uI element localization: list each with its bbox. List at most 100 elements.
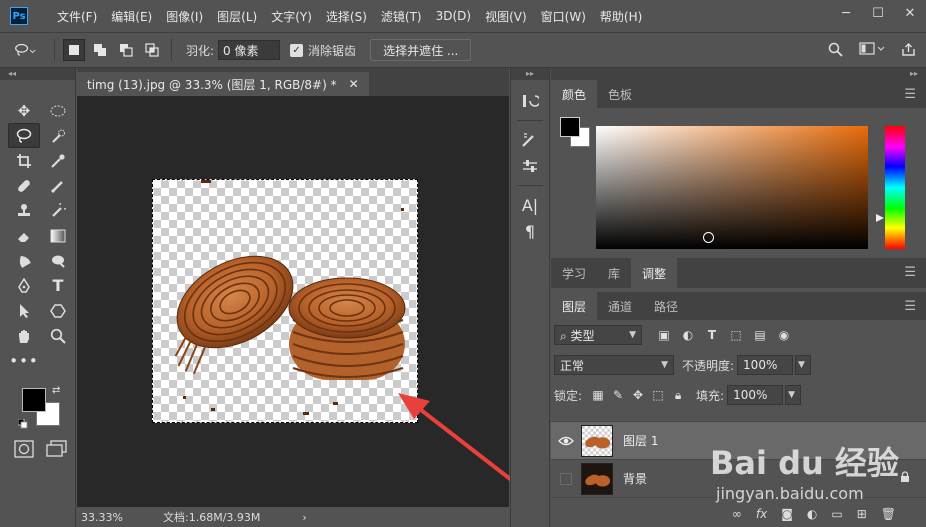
tab-channels[interactable]: 通道: [597, 292, 643, 320]
foreground-color-swatch[interactable]: [22, 388, 46, 412]
subtract-selection-icon[interactable]: [115, 39, 137, 61]
eyedropper-tool-icon[interactable]: [42, 148, 74, 173]
filter-smart-object-icon[interactable]: ▤: [748, 328, 772, 342]
pen-tool-icon[interactable]: [8, 273, 40, 298]
lock-artboard-icon[interactable]: ⬚: [648, 388, 668, 402]
menu-help[interactable]: 帮助(H): [593, 8, 649, 25]
zoom-tool-icon[interactable]: [42, 323, 74, 348]
quick-selection-tool-icon[interactable]: [42, 123, 74, 148]
lasso-preset-icon[interactable]: [14, 39, 36, 61]
layer-name[interactable]: 背景: [623, 470, 900, 487]
close-icon[interactable]: ✕: [894, 0, 926, 26]
add-mask-icon[interactable]: ◙: [781, 507, 793, 521]
menu-select[interactable]: 选择(S): [319, 8, 374, 25]
color-panel-menu-icon[interactable]: ☰: [904, 87, 916, 102]
eraser-tool-icon[interactable]: [8, 223, 40, 248]
layer-name[interactable]: 图层 1: [623, 432, 926, 449]
hue-slider-arrow-icon[interactable]: [876, 214, 884, 222]
dock-collapse-icon[interactable]: ▸▸: [551, 68, 926, 80]
new-layer-icon[interactable]: ⊞: [857, 507, 867, 521]
swap-colors-icon[interactable]: ⇄: [52, 385, 60, 396]
opacity-dropdown[interactable]: ▼: [795, 355, 812, 375]
default-colors-icon[interactable]: [17, 418, 28, 432]
layer-style-fx-icon[interactable]: fx: [756, 507, 767, 521]
layers-panel-menu-icon[interactable]: ☰: [904, 299, 916, 314]
filter-shape-icon[interactable]: ⬚: [724, 328, 748, 342]
menu-edit[interactable]: 编辑(E): [104, 8, 159, 25]
tab-swatches[interactable]: 色板: [597, 80, 643, 108]
healing-brush-tool-icon[interactable]: [8, 173, 40, 198]
filter-pixel-icon[interactable]: ▣: [652, 328, 676, 342]
fill-input[interactable]: 100%: [727, 385, 784, 405]
menu-3d[interactable]: 3D(D): [429, 9, 478, 23]
filter-adjustment-icon[interactable]: ◐: [676, 328, 700, 342]
add-selection-icon[interactable]: [89, 39, 111, 61]
history-brush-tool-icon[interactable]: [42, 198, 74, 223]
tab-learn[interactable]: 学习: [551, 258, 597, 288]
new-selection-icon[interactable]: [63, 39, 85, 61]
search-icon[interactable]: [828, 42, 843, 61]
delete-layer-icon[interactable]: 🗑︎: [881, 507, 896, 521]
lasso-tool-icon[interactable]: [8, 123, 40, 148]
marquee-tool-icon[interactable]: [42, 98, 74, 123]
menu-file[interactable]: 文件(F): [50, 8, 104, 25]
status-menu-arrow-icon[interactable]: ›: [302, 511, 306, 524]
lock-position-icon[interactable]: ✥: [628, 388, 648, 402]
new-adjustment-layer-icon[interactable]: ◐: [807, 507, 817, 521]
intersect-selection-icon[interactable]: [141, 39, 163, 61]
tab-libraries[interactable]: 库: [597, 258, 631, 288]
history-panel-icon[interactable]: [511, 88, 549, 114]
feather-input[interactable]: [218, 40, 281, 60]
more-tools-icon[interactable]: •••: [8, 348, 40, 373]
share-icon[interactable]: [901, 42, 916, 61]
menu-layer[interactable]: 图层(L): [210, 8, 264, 25]
blend-mode-select[interactable]: 正常 ▼: [554, 355, 674, 375]
shape-tool-icon[interactable]: [42, 298, 74, 323]
filter-toggle-icon[interactable]: ◉: [772, 328, 796, 342]
workspace-icon[interactable]: [859, 42, 885, 60]
layer-row-layer1[interactable]: 图层 1: [551, 422, 926, 460]
layer-filter-select[interactable]: ⌕ 类型 ▼: [554, 325, 642, 345]
hand-tool-icon[interactable]: [8, 323, 40, 348]
select-and-mask-button[interactable]: 选择并遮住 ...: [370, 39, 472, 61]
lock-all-icon[interactable]: 🔒︎: [668, 388, 688, 403]
tools-collapse-icon[interactable]: ◂◂: [0, 68, 75, 80]
gradient-tool-icon[interactable]: [42, 223, 74, 248]
link-layers-icon[interactable]: ∞: [732, 507, 742, 521]
brush-tool-icon[interactable]: [42, 173, 74, 198]
crop-tool-icon[interactable]: [8, 148, 40, 173]
visibility-eye-icon[interactable]: [551, 435, 581, 447]
type-tool-icon[interactable]: T: [42, 273, 74, 298]
screen-mode-icon[interactable]: [46, 440, 68, 461]
tab-paths[interactable]: 路径: [643, 292, 689, 320]
dodge-tool-icon[interactable]: [42, 248, 74, 273]
opacity-input[interactable]: 100%: [737, 355, 794, 375]
image-canvas[interactable]: [152, 179, 418, 423]
brush-settings-icon[interactable]: [511, 127, 549, 153]
zoom-level[interactable]: 33.33%: [77, 511, 133, 524]
clone-stamp-tool-icon[interactable]: [8, 198, 40, 223]
tab-color[interactable]: 颜色: [551, 80, 598, 108]
visibility-toggle-empty[interactable]: [551, 472, 581, 485]
paragraph-panel-icon[interactable]: ¶: [511, 218, 549, 244]
menu-type[interactable]: 文字(Y): [264, 8, 319, 25]
path-selection-tool-icon[interactable]: [8, 298, 40, 323]
lock-transparent-icon[interactable]: ▦: [588, 388, 608, 402]
quick-mask-icon[interactable]: [14, 440, 34, 461]
menu-window[interactable]: 窗口(W): [534, 8, 593, 25]
layer-row-background[interactable]: 背景: [551, 460, 926, 498]
new-group-icon[interactable]: ▭: [831, 507, 842, 521]
filter-type-icon[interactable]: T: [700, 328, 724, 342]
strip-collapse-icon[interactable]: ▸▸: [511, 68, 549, 80]
move-tool-icon[interactable]: ✥: [8, 98, 40, 123]
minimize-icon[interactable]: ─: [830, 0, 862, 26]
menu-view[interactable]: 视图(V): [478, 8, 534, 25]
tab-layers[interactable]: 图层: [551, 292, 598, 320]
hue-slider[interactable]: [885, 126, 905, 249]
color-picker-field[interactable]: [596, 126, 868, 249]
menu-filter[interactable]: 滤镜(T): [374, 8, 429, 25]
tab-adjustments[interactable]: 调整: [631, 258, 678, 288]
color-picker-cursor[interactable]: [703, 232, 714, 243]
antialias-checkbox[interactable]: ✓: [290, 43, 304, 57]
maximize-icon[interactable]: ☐: [862, 0, 894, 26]
